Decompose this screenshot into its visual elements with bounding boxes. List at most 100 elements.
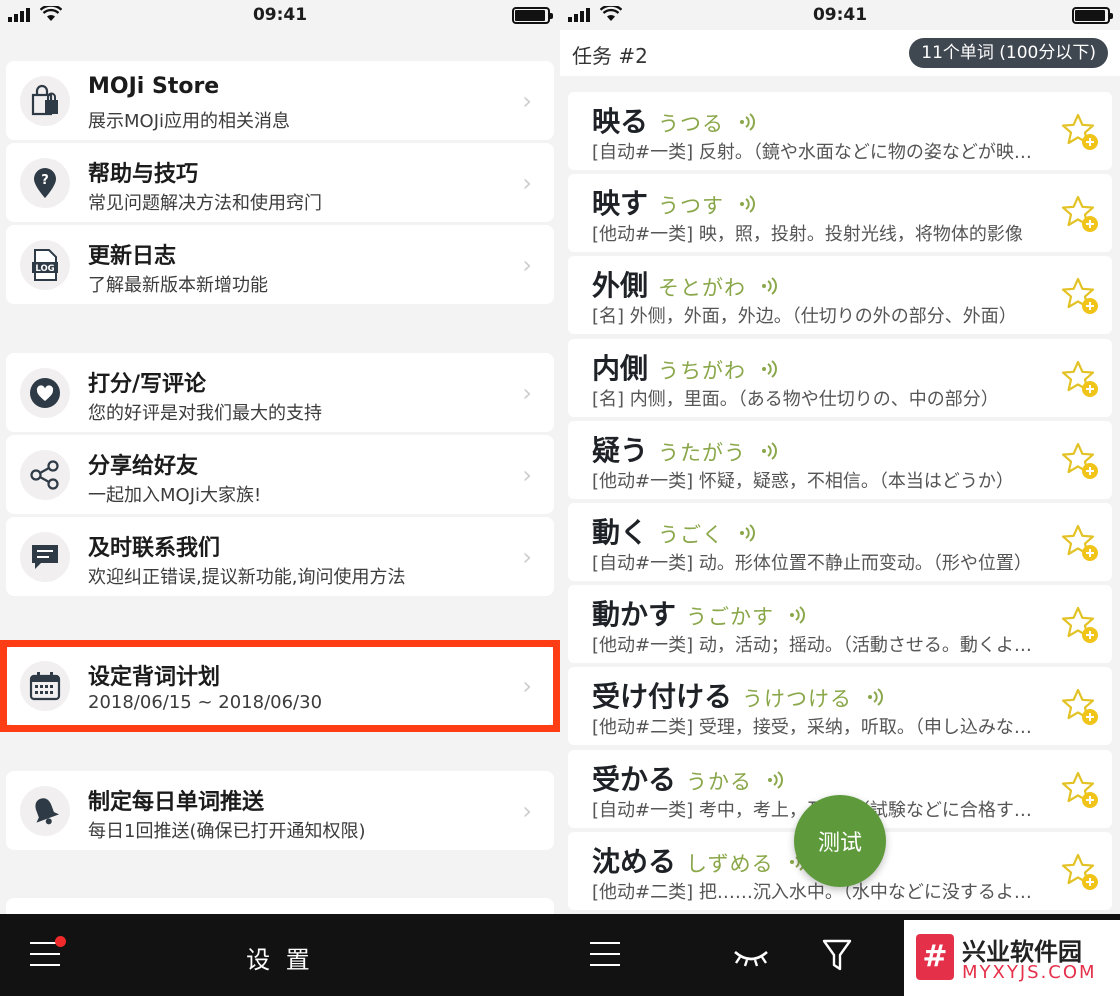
settings-item-rate-review[interactable]: 打分/写评论 您的好评是对我们最大的支持 ›: [6, 353, 554, 432]
status-bar: 09:41: [0, 0, 560, 30]
word-reading: うちがわ: [658, 358, 747, 383]
word-kanji: 受け付ける: [592, 680, 733, 714]
word-reading: しずめる: [686, 851, 774, 876]
hide-eye-icon[interactable]: [732, 948, 770, 968]
heart-icon: [20, 368, 70, 418]
settings-item-help-tips[interactable]: ? 帮助与技巧 常见问题解决方法和使用窍门 ›: [6, 143, 554, 222]
settings-item-subtitle: 每日1回推送(确保已打开通知权限): [88, 821, 366, 842]
chevron-right-icon: ›: [522, 543, 532, 571]
log-file-icon: LOG: [20, 240, 70, 290]
word-definition: [自动#一类] 动。形体位置不静止而变动。（形や位置）: [592, 553, 1032, 574]
calendar-icon: [20, 661, 70, 711]
bottom-tab-bar: 设 置: [0, 914, 560, 996]
word-row[interactable]: 映る うつる [自动#一类] 反射。（鏡や水面などに物の姿などが映る）: [568, 92, 1112, 170]
settings-item-subtitle: 展示MOJi应用的相关消息: [88, 111, 291, 132]
bell-icon: [20, 786, 70, 836]
settings-item-title: MOJi Store: [88, 74, 220, 99]
add-favorite-star-icon[interactable]: [1060, 112, 1100, 156]
status-bar: 09:41: [560, 0, 1120, 30]
settings-item-subtitle: 了解最新版本新增功能: [88, 275, 268, 296]
task-title: 任务 #2: [572, 44, 648, 68]
word-row[interactable]: 内側 うちがわ [名] 内侧，里面。（ある物や仕切りの、中の部分）: [568, 338, 1112, 417]
add-favorite-star-icon[interactable]: [1060, 687, 1100, 731]
word-headline: 動く うごく: [592, 511, 758, 551]
word-row[interactable]: 疑う うたがう [他动#一类] 怀疑，疑惑，不相信。（本当はどうか）: [568, 420, 1112, 499]
settings-item-contact[interactable]: 及时联系我们 欢迎纠正错误,提议新功能,询问使用方法 ›: [6, 517, 554, 596]
word-headline: 受け付ける うけつける: [592, 675, 886, 715]
sound-icon[interactable]: [760, 269, 780, 302]
word-headline: 映る うつる: [592, 100, 758, 140]
word-kanji: 内側: [592, 351, 649, 385]
message-icon: [20, 532, 70, 582]
svg-text:?: ?: [41, 173, 49, 188]
word-definition: [名] 内侧，里面。（ある物や仕切りの、中の部分）: [592, 388, 999, 410]
chevron-right-icon: ›: [522, 87, 532, 115]
word-row[interactable]: 動く うごく [自动#一类] 动。形体位置不静止而变动。（形や位置）: [568, 503, 1112, 581]
sound-icon[interactable]: [738, 187, 758, 220]
settings-item-title: 制定每日单词推送: [88, 790, 265, 815]
word-headline: 外側 そとがわ: [592, 264, 780, 304]
add-favorite-star-icon[interactable]: [1060, 194, 1100, 238]
test-button[interactable]: 测试: [794, 795, 886, 887]
add-favorite-star-icon[interactable]: [1060, 441, 1100, 485]
chevron-right-icon: ›: [522, 797, 532, 825]
settings-item-subtitle: 2018/06/15 ~ 2018/06/30: [88, 692, 323, 713]
word-reading: うごかす: [686, 605, 775, 630]
settings-item-title: 设定背词计划: [88, 665, 221, 690]
task-header: 任务 #2 11个单词 (100分以下): [560, 30, 1120, 76]
word-reading: うつる: [658, 112, 725, 136]
sound-icon[interactable]: [788, 598, 808, 631]
word-row[interactable]: 動かす うごかす [他动#一类] 动，活动；摇动。（活動させる。動くように）: [568, 585, 1112, 664]
settings-item-subtitle: 您的好评是对我们最大的支持: [88, 403, 322, 424]
sound-icon[interactable]: [866, 680, 886, 713]
svg-text:LOG: LOG: [35, 264, 54, 274]
settings-item-title: 分享给好友: [88, 454, 199, 479]
word-definition: [他动#二类] 受理，接受，采纳，听取。（申し込みなど）: [592, 717, 1038, 739]
chevron-right-icon: ›: [522, 672, 532, 700]
add-favorite-star-icon[interactable]: [1060, 523, 1100, 567]
word-definition: [名] 外侧，外面，外边。（仕切りの外の部分、外面）: [592, 306, 1017, 328]
settings-screen: 09:41 MOJi Store 展示MOJi应用的相关消息 › ? 帮助与技巧…: [0, 0, 560, 996]
settings-item-share[interactable]: 分享给好友 一起加入MOJi大家族! ›: [6, 435, 554, 514]
settings-item-study-plan[interactable]: 设定背词计划 2018/06/15 ~ 2018/06/30 ›: [6, 646, 554, 725]
word-reading: うつす: [658, 194, 725, 219]
word-kanji: 外側: [592, 269, 649, 303]
word-count-badge: 11个单词 (100分以下): [909, 38, 1108, 68]
word-headline: 内側 うちがわ: [592, 347, 780, 387]
word-reading: うごく: [658, 523, 725, 547]
settings-item-title: 更新日志: [88, 244, 177, 269]
settings-item-subtitle: 常见问题解决方法和使用窍门: [88, 193, 322, 214]
add-favorite-star-icon[interactable]: [1060, 276, 1100, 320]
word-definition: [他动#二类] 把……沉入水中。（水中などに没するように）: [592, 881, 1038, 903]
chevron-right-icon: ›: [522, 379, 532, 407]
word-kanji: 動く: [592, 516, 649, 549]
settings-item-daily-push[interactable]: 制定每日单词推送 每日1回推送(确保已打开通知权限) ›: [6, 771, 554, 850]
sound-icon[interactable]: [760, 434, 780, 467]
add-favorite-star-icon[interactable]: [1060, 359, 1100, 403]
word-row[interactable]: 外側 そとがわ [名] 外侧，外面，外边。（仕切りの外の部分、外面）: [568, 256, 1112, 335]
menu-icon[interactable]: [590, 942, 620, 966]
word-headline: 動かす うごかす: [592, 593, 808, 633]
chevron-right-icon: ›: [522, 169, 532, 197]
filter-icon[interactable]: [822, 938, 852, 972]
settings-item-changelog[interactable]: LOG 更新日志 了解最新版本新增功能 ›: [6, 225, 554, 304]
sound-icon[interactable]: [766, 763, 786, 796]
settings-item-subtitle: 欢迎纠正错误,提议新功能,询问使用方法: [88, 567, 406, 588]
add-favorite-star-icon[interactable]: [1060, 852, 1100, 896]
word-definition: [他动#一类] 动，活动；摇动。（活動させる。動くように）: [592, 635, 1038, 657]
chevron-right-icon: ›: [522, 461, 532, 489]
settings-item-title: 及时联系我们: [88, 536, 221, 561]
word-row[interactable]: 受け付ける うけつける [他动#二类] 受理，接受，采纳，听取。（申し込みなど）: [568, 667, 1112, 746]
word-row[interactable]: 映す うつす [他动#一类] 映，照，投射。投射光线，将物体的影像: [568, 174, 1112, 253]
settings-item-title: 帮助与技巧: [88, 162, 199, 187]
sound-icon[interactable]: [760, 352, 780, 385]
settings-item-title: 打分/写评论: [88, 372, 207, 397]
sound-icon[interactable]: [738, 105, 758, 138]
add-favorite-star-icon[interactable]: [1060, 605, 1100, 649]
word-kanji: 受かる: [592, 762, 677, 796]
settings-item-moji-store[interactable]: MOJi Store 展示MOJi应用的相关消息 ›: [6, 61, 554, 140]
add-favorite-star-icon[interactable]: [1060, 770, 1100, 814]
word-headline: 沈める しずめる: [592, 840, 808, 880]
word-reading: そとがわ: [658, 276, 747, 301]
sound-icon[interactable]: [738, 516, 758, 549]
